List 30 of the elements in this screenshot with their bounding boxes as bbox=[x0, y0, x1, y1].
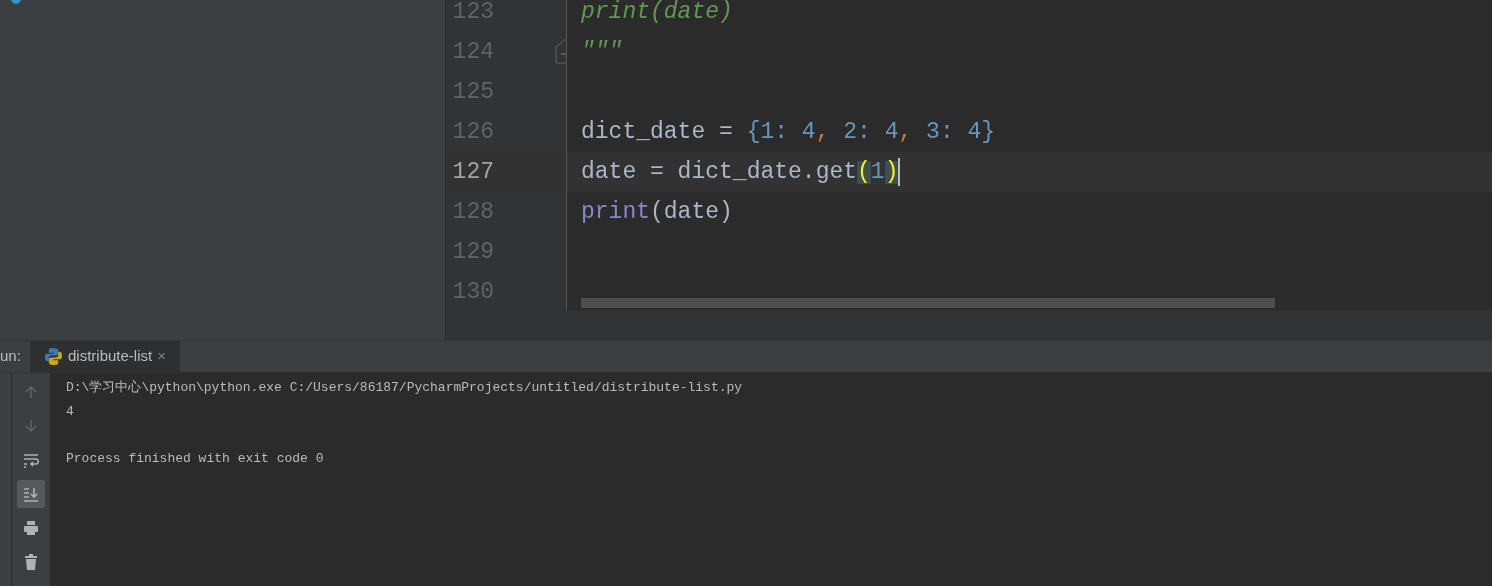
code-comment: print(date) bbox=[581, 0, 733, 24]
code-token: dict_date = bbox=[581, 120, 734, 144]
arrow-up-icon bbox=[23, 384, 39, 400]
scroll-to-end-button[interactable] bbox=[17, 480, 45, 508]
scroll-to-end-icon bbox=[23, 486, 39, 502]
code-token: ( bbox=[857, 160, 871, 184]
soft-wrap-icon bbox=[23, 452, 39, 468]
code-token: print bbox=[581, 200, 650, 224]
code-token: 3: 4} bbox=[926, 120, 996, 144]
code-token: {1: 4 bbox=[746, 120, 816, 144]
trash-icon bbox=[23, 554, 39, 570]
code-token: (date) bbox=[650, 200, 733, 224]
run-tab[interactable]: distribute-list × bbox=[30, 341, 180, 372]
console-line: D:\学习中心\python\python.exe C:/Users/86187/PycharmProjects/untitled/distribute-list.py bbox=[66, 379, 744, 397]
exit-message: Process finished with exit code 0 bbox=[66, 449, 325, 468]
python-icon bbox=[44, 347, 63, 366]
arrow-down-icon bbox=[23, 418, 39, 434]
code-token: 2: 4 bbox=[843, 120, 899, 144]
code-token: , bbox=[898, 120, 914, 144]
line-number: 127 bbox=[452, 160, 494, 184]
code-token: ) bbox=[884, 160, 899, 184]
print-icon bbox=[23, 520, 39, 536]
code-token: , bbox=[815, 120, 831, 144]
code-token: 1 bbox=[870, 160, 885, 184]
code-token: date = dict_date.get bbox=[581, 160, 858, 184]
console-line: 4 bbox=[66, 402, 75, 421]
run-label: un: bbox=[0, 346, 22, 367]
horizontal-scrollbar[interactable] bbox=[581, 298, 1275, 308]
code-comment: """ bbox=[581, 40, 623, 64]
text-cursor bbox=[898, 158, 901, 186]
